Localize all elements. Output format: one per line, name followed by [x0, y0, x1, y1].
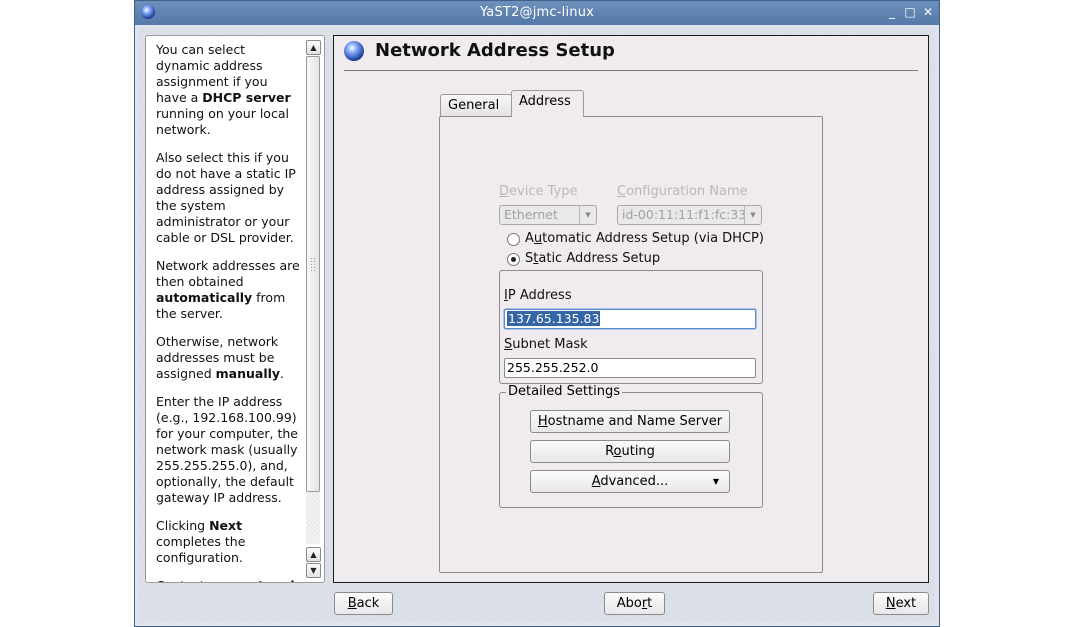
device-type-label: Device Type [499, 184, 578, 199]
detailed-settings-legend: Detailed Settings [506, 384, 622, 399]
hostname-nameserver-button[interactable]: Hostname and Name Server [530, 410, 730, 433]
window-client-area: You can select dynamic address assignmen… [139, 27, 935, 622]
chevron-down-icon: ▼ [744, 206, 761, 224]
header-divider [344, 70, 918, 71]
tab-general[interactable]: General [440, 94, 512, 116]
minimize-button[interactable]: _ [885, 5, 899, 19]
scroll-up-button[interactable]: ▲ [306, 40, 321, 55]
radio-static-label[interactable]: Static Address Setup [525, 251, 660, 266]
maximize-button[interactable]: □ [903, 5, 917, 19]
help-text-run: Network addresses are then obtained [156, 258, 300, 289]
tab-address[interactable]: Address [511, 90, 584, 117]
network-globe-icon [344, 41, 364, 61]
help-text-run: . [280, 366, 285, 381]
help-text: You can select dynamic address assignmen… [156, 42, 301, 582]
ip-address-input[interactable]: 137.65.135.83 [504, 309, 756, 329]
static-address-frame: IP Address 137.65.135.83 Subnet Mask 255… [499, 270, 763, 384]
help-text-run: running on your local network. [156, 106, 289, 137]
radio-dhcp-label[interactable]: Automatic Address Setup (via DHCP) [525, 231, 764, 246]
config-name-value: id-00:11:11:f1:fc:33 [622, 207, 747, 222]
config-name-combo[interactable]: id-00:11:11:f1:fc:33 ▼ [617, 205, 762, 225]
subnet-mask-input[interactable]: 255.255.252.0 [504, 358, 756, 378]
abort-button[interactable]: Abort [604, 592, 665, 615]
help-scrollbar[interactable]: ▲ ▲ ▼ [306, 40, 321, 578]
scroll-up-button-bottom[interactable]: ▲ [306, 547, 321, 562]
address-tab-panel: Device Type Ethernet ▼ Configuration Nam… [439, 116, 823, 573]
chevron-down-icon: ▼ [579, 206, 596, 224]
help-paragraph: You can select dynamic address assignmen… [156, 42, 301, 138]
scroll-thumb[interactable] [306, 56, 320, 492]
next-button[interactable]: Next [873, 592, 929, 615]
yast-window: YaST2@jmc-linux _ □ ✕ You can select dyn… [134, 0, 940, 627]
scroll-track[interactable] [306, 56, 320, 544]
page-title: Network Address Setup [375, 40, 615, 61]
radio-static[interactable] [507, 253, 520, 266]
help-emphasis: DHCP server [202, 90, 291, 105]
help-paragraph: Contact your network [156, 578, 301, 582]
device-type-value: Ethernet [504, 207, 558, 222]
help-emphasis: Next [209, 518, 243, 533]
device-type-combo[interactable]: Ethernet ▼ [499, 205, 597, 225]
radio-dhcp[interactable] [507, 233, 520, 246]
title-bar[interactable]: YaST2@jmc-linux _ □ ✕ [135, 1, 939, 25]
scroll-grip-icon [310, 257, 317, 273]
help-text-run: Clicking [156, 518, 210, 533]
subnet-mask-label: Subnet Mask [504, 337, 588, 352]
ip-address-label: IP Address [504, 288, 572, 303]
help-emphasis: manually [215, 366, 281, 381]
help-paragraph: Network addresses are then obtained auto… [156, 258, 301, 322]
back-button[interactable]: Back [334, 592, 393, 615]
help-text-run: completes the configuration. [156, 534, 246, 565]
detailed-settings-frame: Detailed Settings Hostname and Name Serv… [499, 384, 763, 508]
help-paragraph: Otherwise, network addresses must be ass… [156, 334, 301, 382]
advanced-button[interactable]: Advanced... ▼ [530, 470, 730, 493]
help-panel: You can select dynamic address assignmen… [145, 35, 325, 583]
help-paragraph: Also select this if you do not have a st… [156, 150, 301, 246]
help-text-run: Enter the IP address (e.g., 192.168.100.… [156, 394, 298, 505]
config-name-label: Configuration Name [617, 184, 748, 199]
dropdown-arrow-icon: ▼ [712, 477, 719, 486]
help-paragraph: Enter the IP address (e.g., 192.168.100.… [156, 394, 301, 506]
help-paragraph: Clicking Next completes the configuratio… [156, 518, 301, 566]
window-title: YaST2@jmc-linux [479, 5, 595, 20]
help-text-run: Contact your [156, 578, 241, 582]
help-text-run: Also select this if you do not have a st… [156, 150, 296, 245]
scroll-down-button[interactable]: ▼ [306, 563, 321, 578]
routing-button[interactable]: Routing [530, 440, 730, 463]
main-panel: Network Address Setup General Address De… [333, 35, 929, 583]
help-emphasis: network [241, 578, 299, 582]
close-button[interactable]: ✕ [921, 5, 935, 19]
help-emphasis: automatically [156, 290, 253, 305]
